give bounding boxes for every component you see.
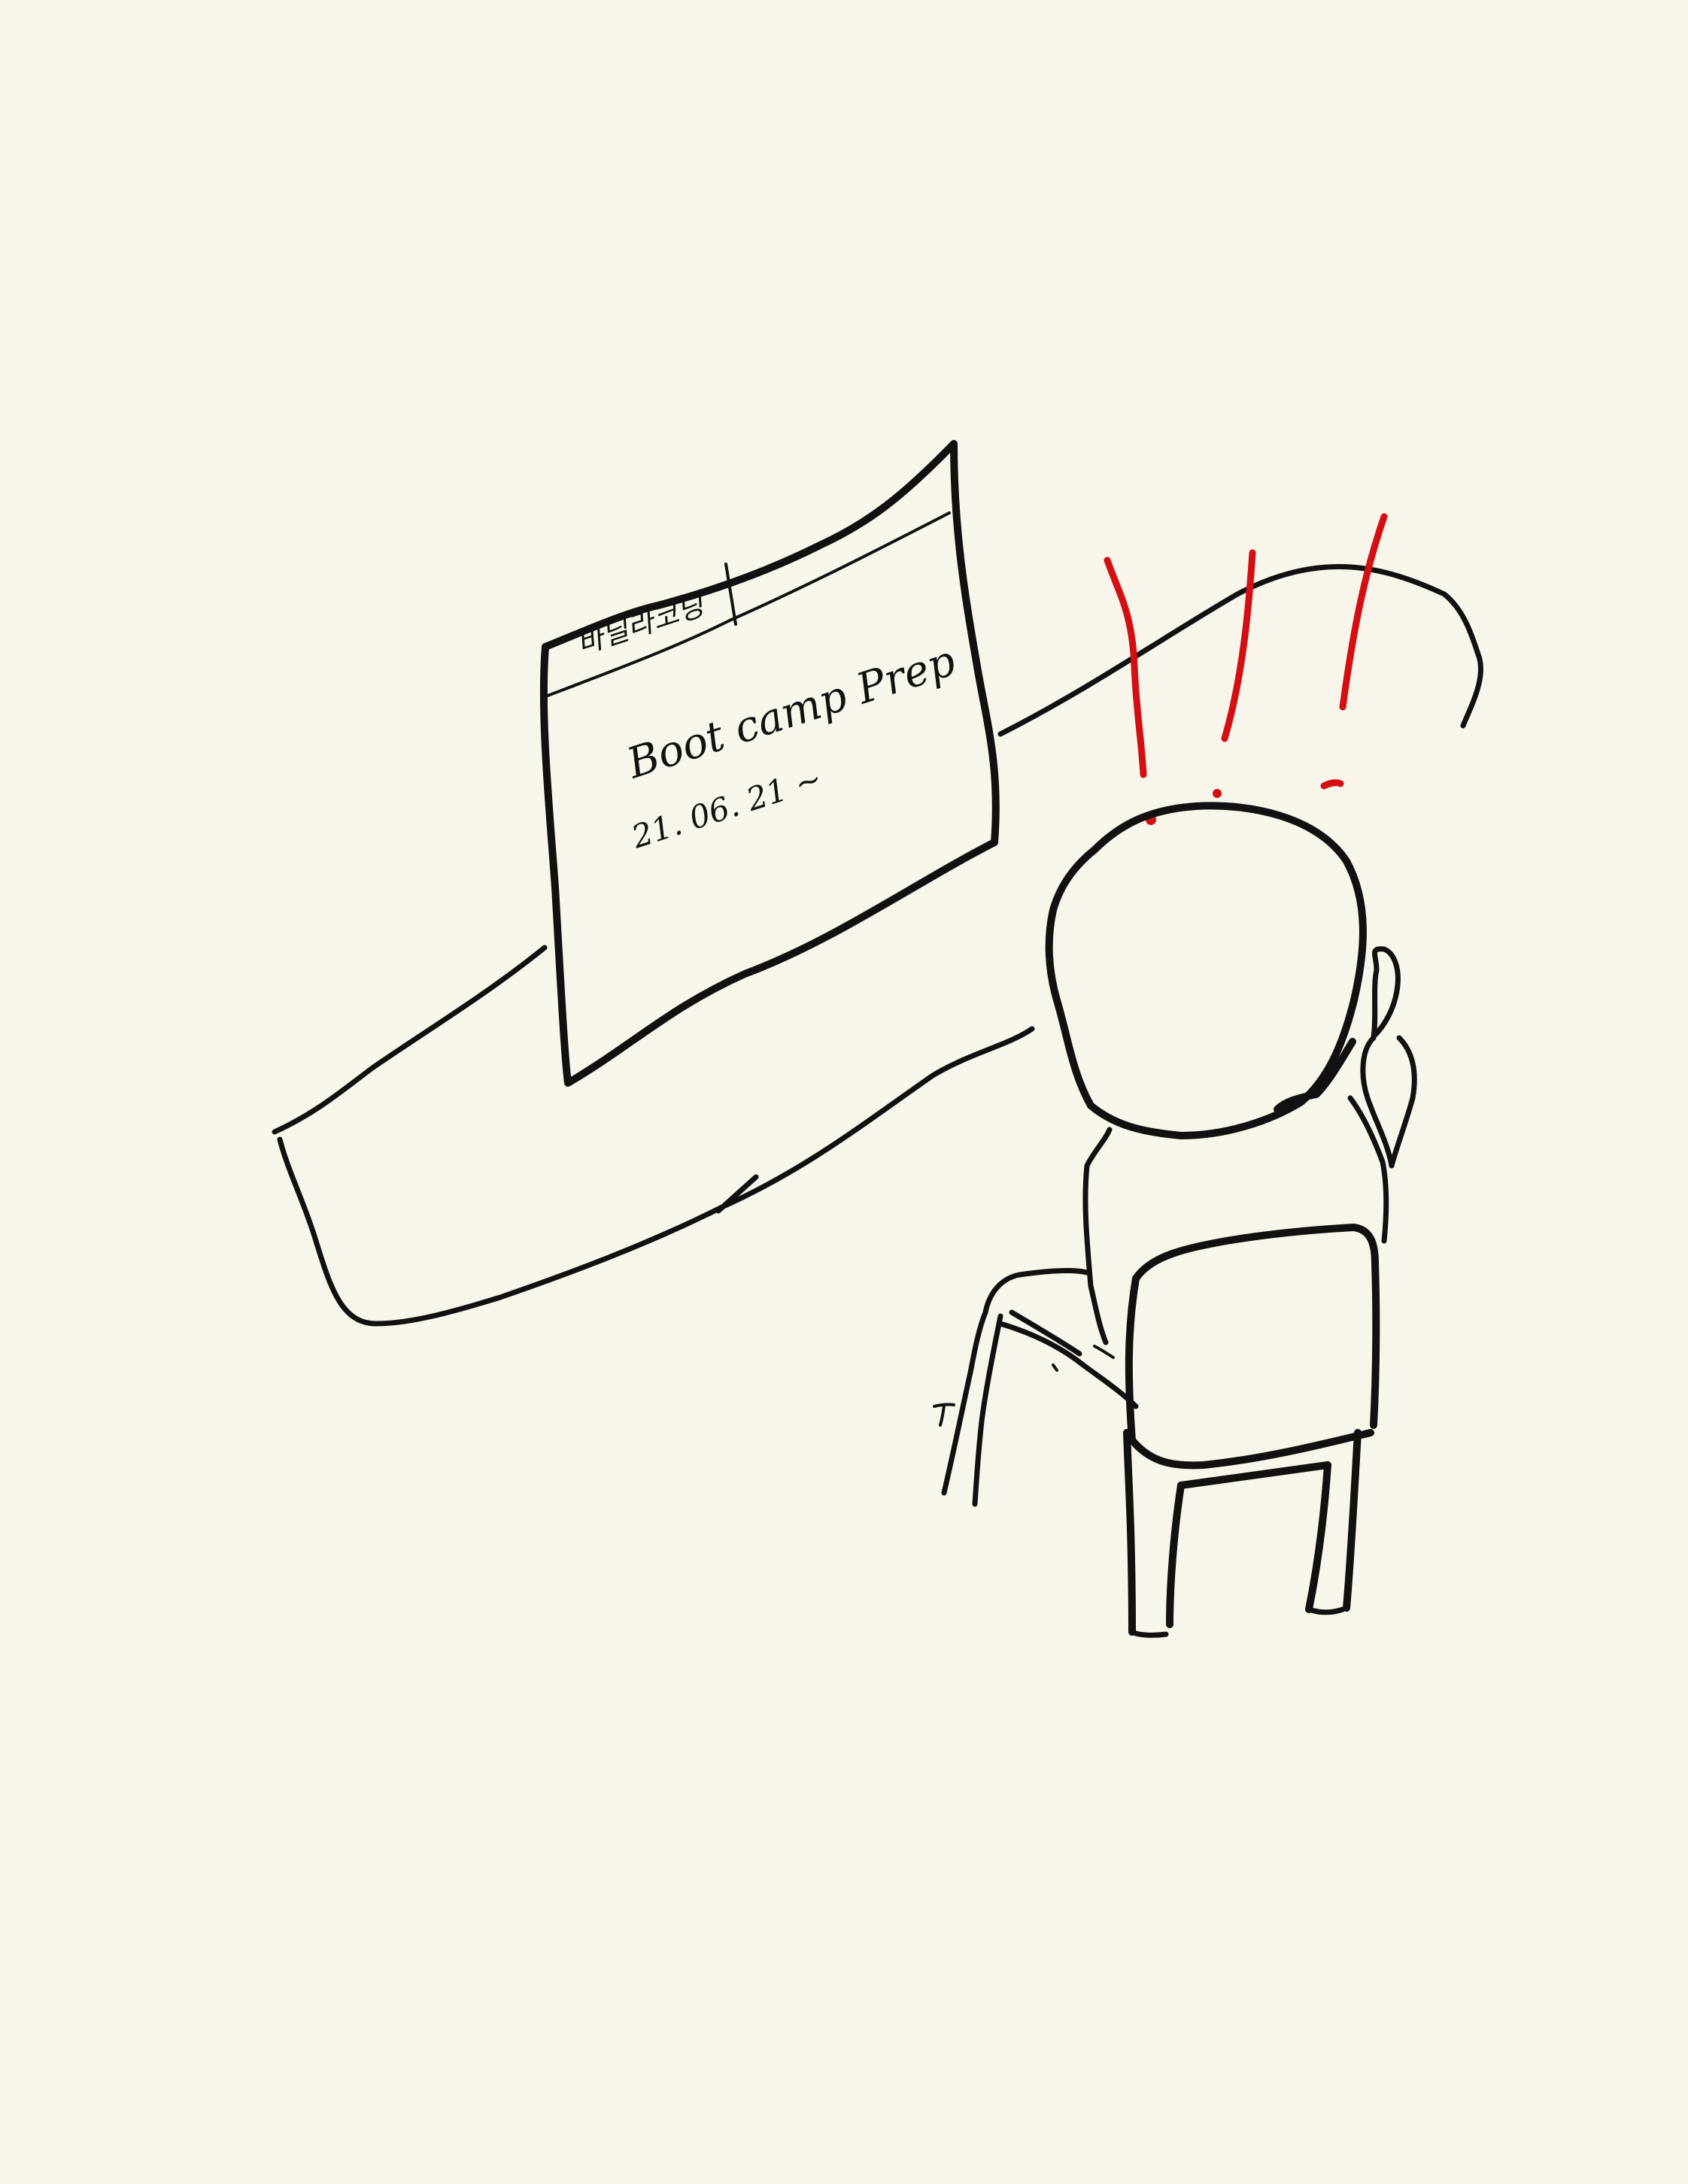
tab-label: 바닐라코딩 bbox=[572, 588, 710, 661]
sketch-illustration: 바닐라코딩 Boot camp Prep 21. 06. 21 ~ bbox=[272, 440, 1483, 1638]
chair bbox=[1123, 1224, 1380, 1638]
person bbox=[933, 802, 1417, 1507]
exclamation-marks bbox=[1104, 513, 1388, 825]
sketch-canvas: 바닐라코딩 Boot camp Prep 21. 06. 21 ~ bbox=[0, 0, 1688, 2184]
monitor-screen: 바닐라코딩 Boot camp Prep 21. 06. 21 ~ bbox=[572, 588, 961, 856]
monitor bbox=[539, 440, 1000, 1087]
screen-heading: Boot camp Prep bbox=[621, 636, 961, 788]
